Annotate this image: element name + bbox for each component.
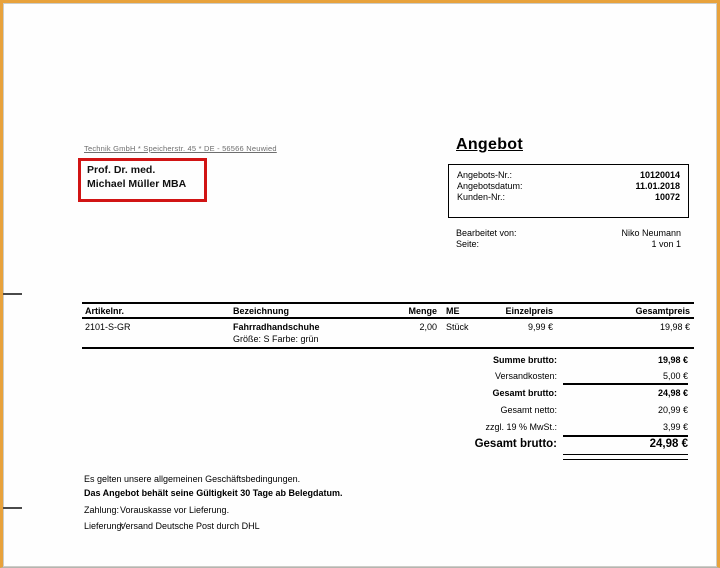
recipient-name: Michael Müller MBA xyxy=(87,178,204,192)
payment-label: Zahlung: xyxy=(84,505,119,516)
page-number-row: Seite: 1 von 1 xyxy=(456,239,681,250)
total-gesamt-netto-row: Gesamt netto: 20,99 € xyxy=(348,405,688,416)
item-menge: 2,00 xyxy=(377,322,437,332)
total-gesamt-brutto-label: Gesamt brutto: xyxy=(348,388,557,399)
shipping-value: Versand Deutsche Post durch DHL xyxy=(120,521,260,532)
offer-number-row: Angebots-Nr.: 10120014 xyxy=(457,170,680,181)
offer-date-value: 11.01.2018 xyxy=(635,181,680,192)
col-header-einzelpreis: Einzelpreis xyxy=(473,306,553,316)
shipping-label: Lieferung: xyxy=(84,521,124,532)
item-gesamtpreis: 19,98 € xyxy=(610,322,690,332)
recipient-highlight-box: Prof. Dr. med. Michael Müller MBA xyxy=(78,158,207,202)
total-summe-brutto-value: 19,98 € xyxy=(557,355,688,366)
col-header-menge: Menge xyxy=(377,306,437,316)
processed-by-row: Bearbeitet von: Niko Neumann xyxy=(456,228,681,239)
document-title: Angebot xyxy=(456,136,523,154)
item-einzelpreis: 9,99 € xyxy=(473,322,553,332)
sender-line: Technik GmbH * Speicherstr. 45 * DE - 56… xyxy=(84,144,277,153)
offer-date-row: Angebotsdatum: 11.01.2018 xyxy=(457,181,680,192)
total-summe-brutto-row: Summe brutto: 19,98 € xyxy=(348,355,688,366)
customer-number-value: 10072 xyxy=(655,192,680,203)
total-gesamt-netto-value: 20,99 € xyxy=(557,405,688,416)
total-mwst-row: zzgl. 19 % MwSt.: 3,99 € xyxy=(348,422,688,433)
offer-date-label: Angebotsdatum: xyxy=(457,181,523,192)
page-number-value: 1 von 1 xyxy=(651,239,681,250)
col-header-bezeichnung: Bezeichnung xyxy=(233,306,289,316)
offer-number-label: Angebots-Nr.: xyxy=(457,170,512,181)
processed-by-value: Niko Neumann xyxy=(621,228,681,239)
total-versandkosten-value: 5,00 € xyxy=(557,371,688,382)
page-number-label: Seite: xyxy=(456,239,479,250)
grand-total-row: Gesamt brutto: 24,98 € xyxy=(348,439,688,450)
total-versandkosten-row: Versandkosten: 5,00 € xyxy=(348,371,688,382)
screenshot-frame: Technik GmbH * Speicherstr. 45 * DE - 56… xyxy=(0,0,720,568)
processed-by-label: Bearbeitet von: xyxy=(456,228,517,239)
grand-total-double-rule xyxy=(563,454,688,460)
item-variant: Größe: S Farbe: grün xyxy=(233,334,319,344)
total-mwst-label: zzgl. 19 % MwSt.: xyxy=(348,422,557,433)
total-mwst-value: 3,99 € xyxy=(557,422,688,433)
totals-rule-2 xyxy=(563,435,688,437)
item-artikelnr: 2101-S-GR xyxy=(85,322,131,332)
total-gesamt-brutto-value: 24,98 € xyxy=(557,388,688,399)
customer-number-row: Kunden-Nr.: 10072 xyxy=(457,192,680,203)
total-gesamt-brutto-row: Gesamt brutto: 24,98 € xyxy=(348,388,688,399)
table-bottom-rule xyxy=(82,347,694,349)
document-page: Technik GmbH * Speicherstr. 45 * DE - 56… xyxy=(3,3,717,567)
total-summe-brutto-label: Summe brutto: xyxy=(348,355,557,366)
items-table: Artikelnr. Bezeichnung Menge ME Einzelpr… xyxy=(82,302,694,352)
fold-mark-bottom xyxy=(3,507,22,509)
offer-info-box: Angebots-Nr.: 10120014 Angebotsdatum: 11… xyxy=(448,164,689,218)
processing-meta: Bearbeitet von: Niko Neumann Seite: 1 vo… xyxy=(448,228,689,250)
fold-mark-top xyxy=(3,293,22,295)
item-me: Stück xyxy=(446,322,469,332)
terms-line: Es gelten unsere allgemeinen Geschäftsbe… xyxy=(84,474,300,485)
table-top-rule xyxy=(82,302,694,304)
payment-value: Vorauskasse vor Lieferung. xyxy=(120,505,229,516)
table-header-rule xyxy=(82,317,694,319)
item-bezeichnung: Fahrradhandschuhe xyxy=(233,322,320,332)
total-gesamt-netto-label: Gesamt netto: xyxy=(348,405,557,416)
col-header-artikelnr: Artikelnr. xyxy=(85,306,124,316)
totals-rule-1 xyxy=(563,383,688,385)
col-header-me: ME xyxy=(446,306,460,316)
total-versandkosten-label: Versandkosten: xyxy=(348,371,557,382)
customer-number-label: Kunden-Nr.: xyxy=(457,192,505,203)
validity-line: Das Angebot behält seine Gültigkeit 30 T… xyxy=(84,488,343,499)
grand-total-label: Gesamt brutto: xyxy=(348,439,557,450)
offer-number-value: 10120014 xyxy=(640,170,680,181)
recipient-title: Prof. Dr. med. xyxy=(87,164,204,178)
grand-total-value: 24,98 € xyxy=(557,439,688,450)
col-header-gesamtpreis: Gesamtpreis xyxy=(610,306,690,316)
